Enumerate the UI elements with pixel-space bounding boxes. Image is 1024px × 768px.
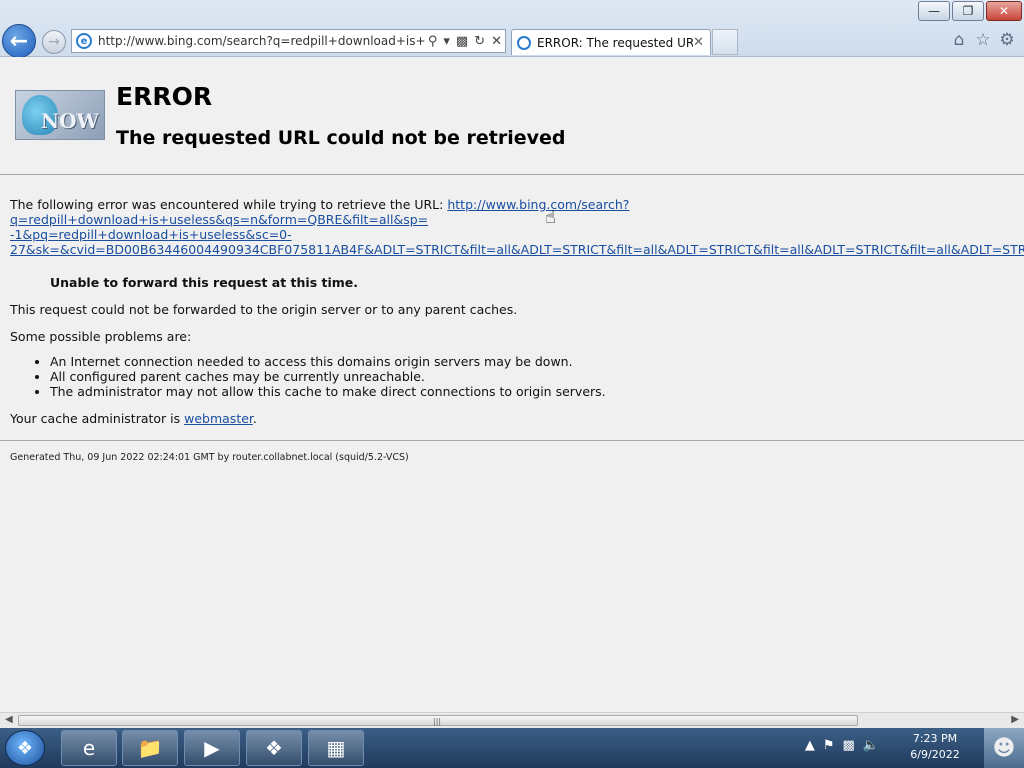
clock-time: 7:23 PM: [912, 732, 958, 745]
refresh-icon[interactable]: ↻: [474, 34, 485, 49]
footer-generated: Generated Thu, 09 Jun 2022 02:24:01 GMT …: [10, 452, 409, 463]
restore-button[interactable]: ❐: [952, 1, 984, 21]
forward-arrow-icon[interactable]: →: [42, 30, 66, 54]
squid-logo: NOW: [15, 90, 105, 140]
address-url[interactable]: http://www.bing.com/search?q=redpill+dow…: [98, 34, 425, 48]
action-center-flag-icon[interactable]: ⚑: [823, 738, 835, 753]
paragraph-problems: Some possible problems are:: [10, 329, 192, 344]
scroll-right-icon[interactable]: ▶: [1011, 714, 1019, 725]
stop-icon[interactable]: ✕: [491, 34, 502, 49]
close-button[interactable]: ✕: [986, 1, 1022, 21]
horizontal-scrollbar[interactable]: ◀ ||| ▶: [0, 712, 1024, 728]
hand-cursor-icon: ☝: [545, 207, 556, 228]
start-button[interactable]: ❖: [5, 730, 45, 766]
logo-text: NOW: [40, 109, 99, 133]
dropdown-icon[interactable]: ▾: [443, 34, 450, 49]
user-avatar-icon[interactable]: ☻: [984, 728, 1024, 768]
window-controls: — ❐ ✕: [916, 1, 1022, 21]
close-tab-icon[interactable]: ✕: [693, 35, 704, 50]
compatibility-icon[interactable]: ▩: [456, 34, 468, 49]
search-icon[interactable]: ⚲: [428, 34, 438, 49]
tab-title: ERROR: The requested URL ...: [537, 35, 694, 50]
browser-chrome: — ❐ ✕ ← → e http://www.bing.com/search?q…: [0, 0, 1024, 58]
admin-line: Your cache administrator is webmaster.: [10, 411, 257, 426]
home-icon[interactable]: ⌂: [950, 30, 968, 50]
taskbar-media-player-icon[interactable]: ▶: [184, 730, 240, 766]
system-tray: ▲ ⚑ ▩ 🔈: [805, 738, 879, 753]
taskbar-terminal-icon[interactable]: ▦: [308, 730, 364, 766]
taskbar: ❖ e 📁 ▶ ❖ ▦ ▲ ⚑ ▩ 🔈 7:23 PM 6/9/2022 ☻: [0, 728, 1024, 768]
new-tab-button[interactable]: [712, 29, 738, 55]
paragraph-forward: This request could not be forwarded to t…: [10, 302, 518, 317]
ie-tab-icon: [517, 35, 531, 50]
bold-message: Unable to forward this request at this t…: [50, 275, 359, 290]
divider-bottom: [0, 440, 1024, 441]
clock-date: 6/9/2022: [910, 748, 960, 761]
error-body: The following error was encountered whil…: [10, 197, 1024, 426]
network-icon[interactable]: ▩: [843, 738, 855, 753]
grip-icon: |||: [433, 717, 442, 726]
list-item: An Internet connection needed to access …: [50, 354, 1024, 369]
speaker-muted-icon[interactable]: 🔈: [863, 738, 879, 753]
page-subtitle: The requested URL could not be retrieved: [116, 127, 566, 149]
intro-text: The following error was encountered whil…: [10, 197, 448, 212]
scrollbar-thumb[interactable]: |||: [18, 715, 858, 726]
page-title: ERROR: [116, 82, 213, 111]
list-item: All configured parent caches may be curr…: [50, 369, 1024, 384]
url-paragraph: The following error was encountered whil…: [10, 197, 1024, 257]
star-icon[interactable]: ☆: [974, 30, 992, 50]
scroll-left-icon[interactable]: ◀: [5, 714, 13, 725]
webmaster-link[interactable]: webmaster: [184, 411, 253, 426]
taskbar-ie-icon[interactable]: e: [61, 730, 117, 766]
address-bar[interactable]: e http://www.bing.com/search?q=redpill+d…: [71, 29, 506, 53]
tab-active[interactable]: ERROR: The requested URL ... ✕: [511, 29, 711, 55]
page-content: NOW ERROR The requested URL could not be…: [0, 57, 1024, 712]
problems-list: An Internet connection needed to access …: [10, 354, 1024, 399]
toolbar-right: ⌂ ☆ ⚙: [950, 30, 1016, 50]
gear-icon[interactable]: ⚙: [998, 30, 1016, 50]
back-arrow-icon[interactable]: ←: [2, 24, 36, 58]
divider-top: [0, 174, 1024, 175]
taskbar-network-icon[interactable]: ❖: [246, 730, 302, 766]
minimize-button[interactable]: —: [918, 1, 950, 21]
list-item: The administrator may not allow this cac…: [50, 384, 1024, 399]
ie-page-icon: e: [76, 33, 92, 49]
system-clock[interactable]: 7:23 PM 6/9/2022: [905, 731, 965, 763]
taskbar-folder-icon[interactable]: 📁: [122, 730, 178, 766]
tray-arrow-icon[interactable]: ▲: [805, 738, 815, 753]
